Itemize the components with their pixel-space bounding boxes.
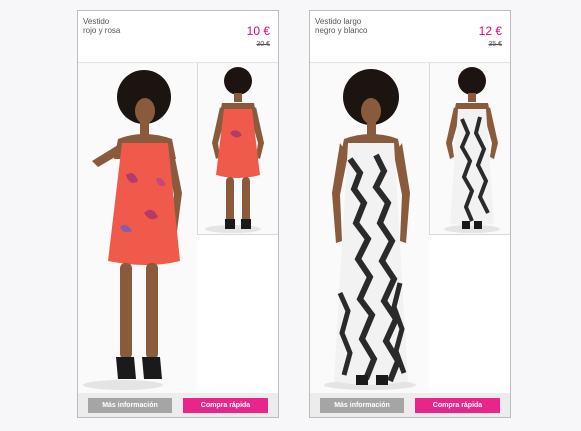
quick-buy-button[interactable]: Compra rápida [183, 398, 268, 413]
more-info-button[interactable]: Más información [88, 398, 172, 413]
quick-buy-button[interactable]: Compra rápida [415, 398, 500, 413]
product-card-vestido-rojo[interactable]: Vestido rojo y rosa 10 € 30 € Más inform… [77, 10, 279, 418]
product-card-header: Vestido largo negro y blanco 12 € 35 € [310, 11, 510, 63]
product-price: 10 € [246, 24, 270, 38]
product-main-photo[interactable] [310, 63, 429, 393]
more-info-button[interactable]: Más información [320, 398, 404, 413]
product-price: 12 € [478, 24, 502, 38]
product-card-vestido-largo[interactable]: Vestido largo negro y blanco 12 € 35 € M… [309, 10, 511, 418]
product-card-header: Vestido rojo y rosa 10 € 30 € [78, 11, 278, 63]
product-back-photo[interactable] [429, 63, 510, 235]
product-main-photo[interactable] [78, 63, 197, 393]
product-name[interactable]: Vestido largo [315, 17, 361, 26]
product-color: negro y blanco [315, 26, 368, 35]
product-color: rojo y rosa [83, 26, 121, 35]
product-old-price: 35 € [488, 41, 502, 48]
product-name[interactable]: Vestido [83, 17, 109, 26]
product-old-price: 30 € [256, 41, 270, 48]
product-card-footer: Más información Compra rápida [310, 393, 510, 417]
product-back-photo[interactable] [197, 63, 278, 235]
product-card-footer: Más información Compra rápida [78, 393, 278, 417]
